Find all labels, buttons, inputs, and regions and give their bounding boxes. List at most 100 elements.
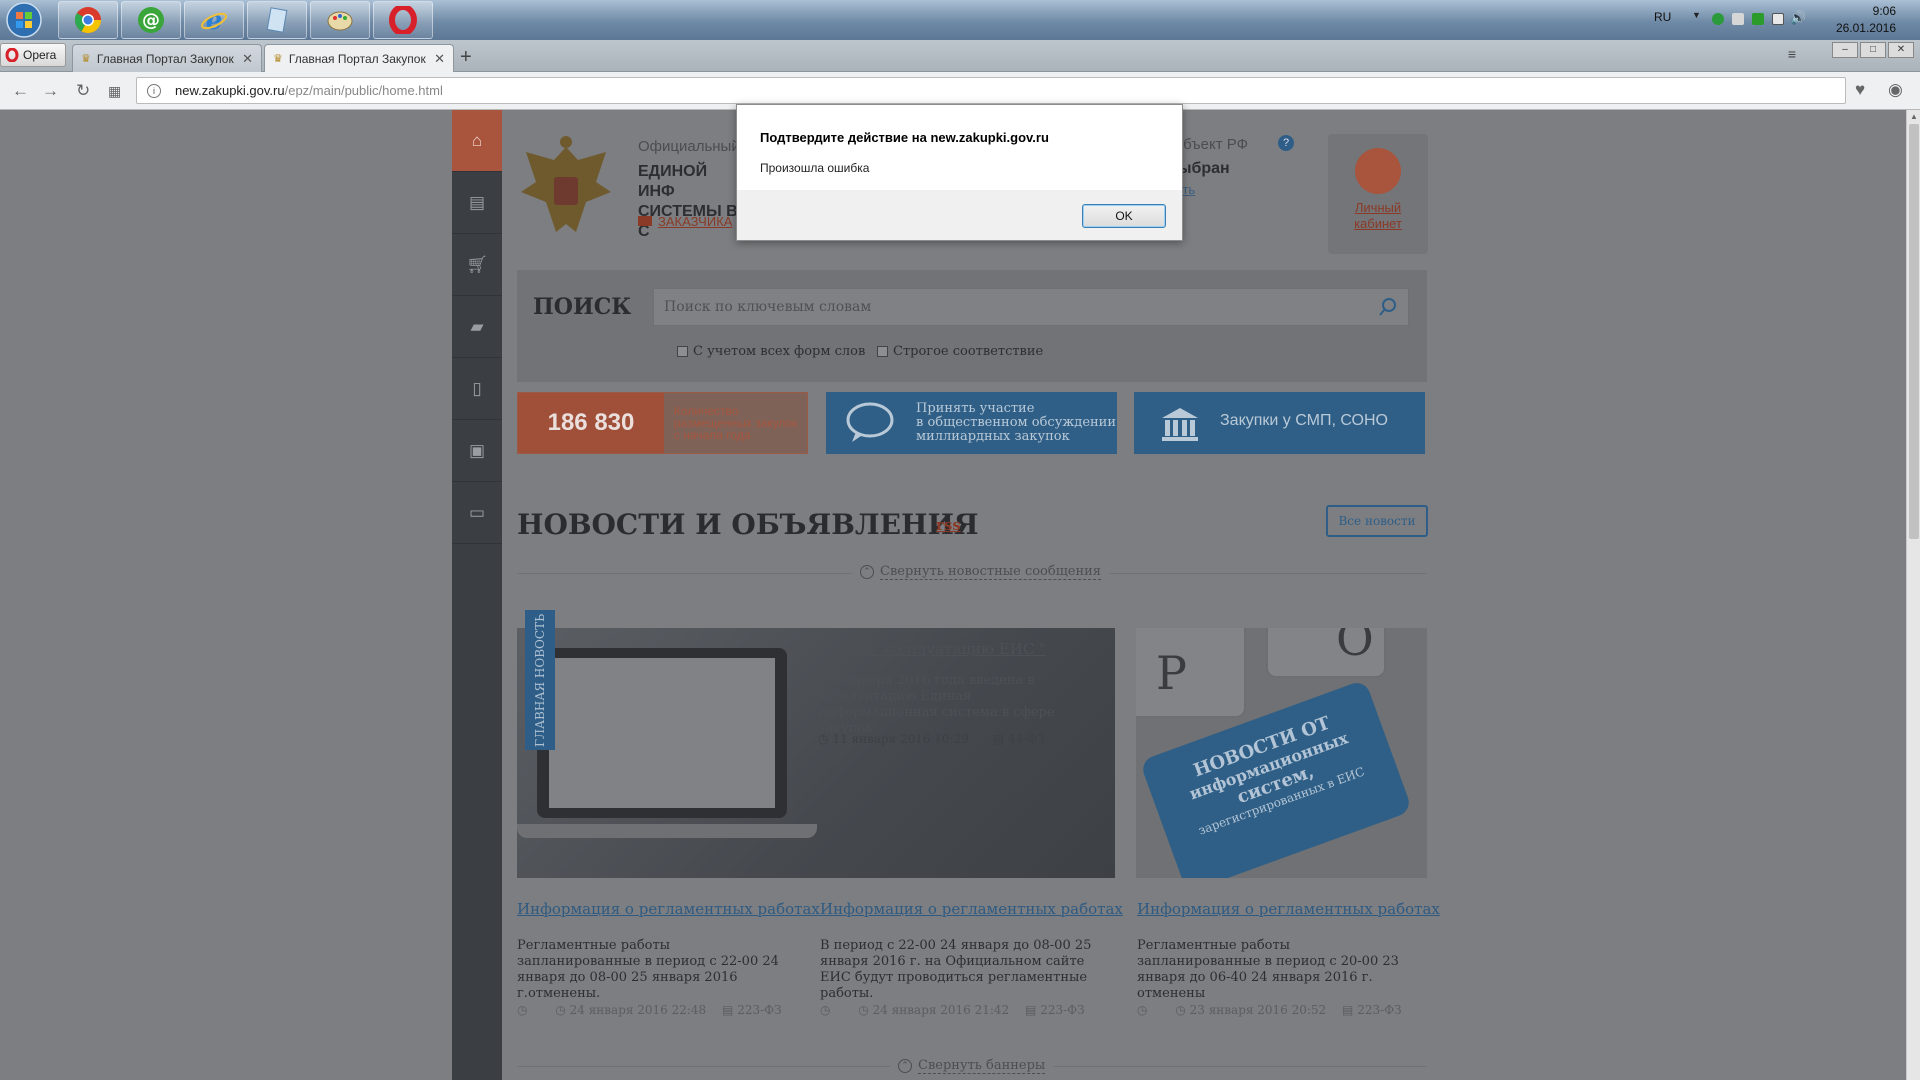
cabinet-label-1: Личный (1354, 200, 1402, 215)
chat-bubbles-icon (846, 402, 894, 442)
public-discussion-button[interactable]: Принять участие в общественном обсуждени… (826, 392, 1117, 454)
tab-title: Главная Портал Закупок (96, 51, 234, 66)
tab-menu-icon[interactable]: ≡ (1788, 46, 1796, 62)
sidebar-notes-icon[interactable]: ▭ (452, 482, 502, 544)
sidebar-home-icon[interactable]: ⌂ (452, 110, 502, 172)
checkbox-box[interactable] (877, 346, 888, 357)
scroll-up-icon[interactable]: ▲ (1910, 112, 1918, 121)
help-question-icon[interactable]: ? (1278, 135, 1294, 151)
laptop-base (517, 824, 817, 838)
paint-taskbar-button[interactable] (310, 1, 370, 39)
collapse-news-toggle[interactable]: ⌃ Свернуть новостные сообщения (852, 564, 1110, 580)
news-card-3-title[interactable]: Информация о регламентных работах (1137, 900, 1440, 918)
minimize-button[interactable]: – (1832, 42, 1858, 58)
windows-taskbar: @ e RU ▼ 🔊 9:06 26.01.2016 (0, 0, 1920, 40)
forward-icon[interactable]: → (42, 81, 59, 101)
url-field[interactable]: i new.zakupki.gov.ru/epz/main/public/hom… (136, 77, 1846, 104)
security-icon[interactable] (1752, 13, 1764, 25)
internet-explorer-taskbar-button[interactable]: e (184, 1, 244, 39)
clock-icon: ◷ (555, 1003, 566, 1017)
main-news-image[interactable] (517, 628, 1115, 878)
document-icon: ▤ (992, 732, 1005, 746)
eagle-favicon-icon: ♛ (273, 53, 283, 65)
tray-expand-icon[interactable]: ▼ (1692, 10, 1701, 20)
caption-line-3: с начала года (674, 428, 751, 442)
close-window-button[interactable]: ✕ (1888, 42, 1914, 58)
eagle-favicon-icon: ♛ (81, 53, 91, 65)
page-scrollbar[interactable]: ▲ (1906, 110, 1920, 1080)
personal-cabinet-button[interactable]: Личный кабинет (1328, 134, 1428, 254)
tab-close-icon[interactable]: ✕ (434, 51, 445, 67)
opera-menu-button[interactable]: Opera (0, 43, 66, 67)
document-icon: ▤ (1342, 1003, 1354, 1017)
main-news-title[interactable]: "Ввод в эксплуатацию ЕИС " (818, 640, 1046, 658)
network-status-icon[interactable] (1712, 13, 1724, 25)
search-input[interactable]: Поиск по ключевым словам (653, 288, 1409, 326)
clock-time: 9:06 (1872, 4, 1896, 18)
display-icon[interactable] (1772, 13, 1784, 25)
all-word-forms-checkbox[interactable]: С учетом всех форм слов (677, 344, 865, 359)
scrollbar-thumb[interactable] (1909, 124, 1919, 539)
news-card-1-date: 24 января 2016 22:48 (569, 1003, 707, 1017)
svg-text:e: e (206, 6, 223, 34)
clock-date: 26.01.2016 (1835, 21, 1896, 35)
tab-close-icon[interactable]: ✕ (242, 51, 253, 67)
collapse-banners-label: Свернуть баннеры (918, 1058, 1046, 1074)
main-news-text: С 1 января 2016 года введена в эксплуата… (818, 673, 1055, 736)
opera-taskbar-button[interactable] (373, 1, 433, 39)
start-button[interactable] (0, 1, 50, 39)
building-columns-icon (1162, 408, 1198, 441)
sidebar-cart-icon[interactable]: 🛒︎ (452, 234, 502, 296)
clock-icon: ◷ (858, 1003, 869, 1017)
discussion-line-1: Принять участие (916, 401, 1035, 416)
purchases-count-tile[interactable]: 186 830 Количество размещенных закупок с… (517, 392, 808, 454)
svg-text:@: @ (142, 10, 160, 31)
lock-icon (1355, 148, 1401, 194)
speed-dial-icon[interactable]: ▦ (108, 83, 121, 100)
maximize-button[interactable]: □ (1860, 42, 1886, 58)
customers-link[interactable]: ЗАКАЗЧИКА (638, 214, 732, 229)
sidebar-book-icon[interactable]: ▰ (452, 296, 502, 358)
news-card-2-title[interactable]: Информация о регламентных работах (820, 900, 1123, 918)
systems-news-banner[interactable]: P O НОВОСТИ ОТ информационных систем, за… (1136, 628, 1427, 878)
opera-logo-icon (5, 48, 19, 62)
smp-purchases-button[interactable]: Закупки у СМП, СОНО (1134, 392, 1425, 454)
sidebar-calendar-icon[interactable]: ▤ (452, 172, 502, 234)
strict-match-checkbox[interactable]: Строгое соответствие (877, 344, 1043, 359)
mail-at-icon: @ (138, 7, 164, 33)
sidebar-document-icon[interactable]: ▯ (452, 358, 502, 420)
all-news-button[interactable]: Все новости (1326, 505, 1428, 537)
clock-icon: ◷ (517, 1003, 528, 1017)
mail-agent-taskbar-button[interactable]: @ (121, 1, 181, 39)
search-icon[interactable] (1378, 297, 1398, 317)
browser-tab-1[interactable]: ♛ Главная Портал Закупок ✕ (72, 44, 262, 72)
keyboard-key-p: P (1136, 628, 1246, 718)
sidebar-briefcase-icon[interactable]: ▣ (452, 420, 502, 482)
reload-icon[interactable]: ↻ (76, 81, 90, 101)
collapse-banners-toggle[interactable]: ⌃ Свернуть баннеры (890, 1058, 1054, 1074)
printer-icon[interactable] (1732, 13, 1744, 25)
purchases-count-caption: Количество размещенных закупок с начала … (674, 405, 804, 441)
bookmark-heart-icon[interactable]: ♥ (1855, 80, 1865, 100)
checkbox-box[interactable] (677, 346, 688, 357)
page-content: ⌂ ▤ 🛒︎ ▰ ▯ ▣ ▭ Официальный ЕДИНОЙ ИНФ СИ… (0, 110, 1906, 1080)
notepad-taskbar-button[interactable] (247, 1, 307, 39)
volume-icon[interactable]: 🔊 (1790, 10, 1806, 26)
news-card-1-title[interactable]: Информация о регламентных работах (517, 900, 820, 918)
news-card-3-law: 223-ФЗ (1357, 1003, 1402, 1017)
rss-link[interactable]: rss (936, 516, 961, 534)
discussion-line-3: миллиардных закупок (916, 429, 1070, 444)
paint-palette-icon (327, 11, 353, 31)
site-info-icon[interactable]: i (147, 84, 161, 98)
clock[interactable]: 9:06 26.01.2016 (1836, 3, 1896, 37)
language-indicator[interactable]: RU (1654, 10, 1671, 24)
chrome-taskbar-button[interactable] (58, 1, 118, 39)
ok-button[interactable]: OK (1082, 204, 1166, 228)
back-icon[interactable]: ← (12, 81, 29, 101)
clock-icon: ◷ (1137, 1003, 1148, 1017)
confirm-dialog: Подтвердите действие на new.zakupki.gov.… (736, 104, 1183, 241)
new-tab-button[interactable]: + (460, 46, 472, 69)
account-icon[interactable]: ◉ (1888, 80, 1903, 100)
news-card-1-meta: ◷ ◷ 24 января 2016 22:48 ▤ 223-ФЗ (517, 1003, 782, 1017)
browser-tab-2-active[interactable]: ♛ Главная Портал Закупок ✕ (264, 44, 454, 72)
